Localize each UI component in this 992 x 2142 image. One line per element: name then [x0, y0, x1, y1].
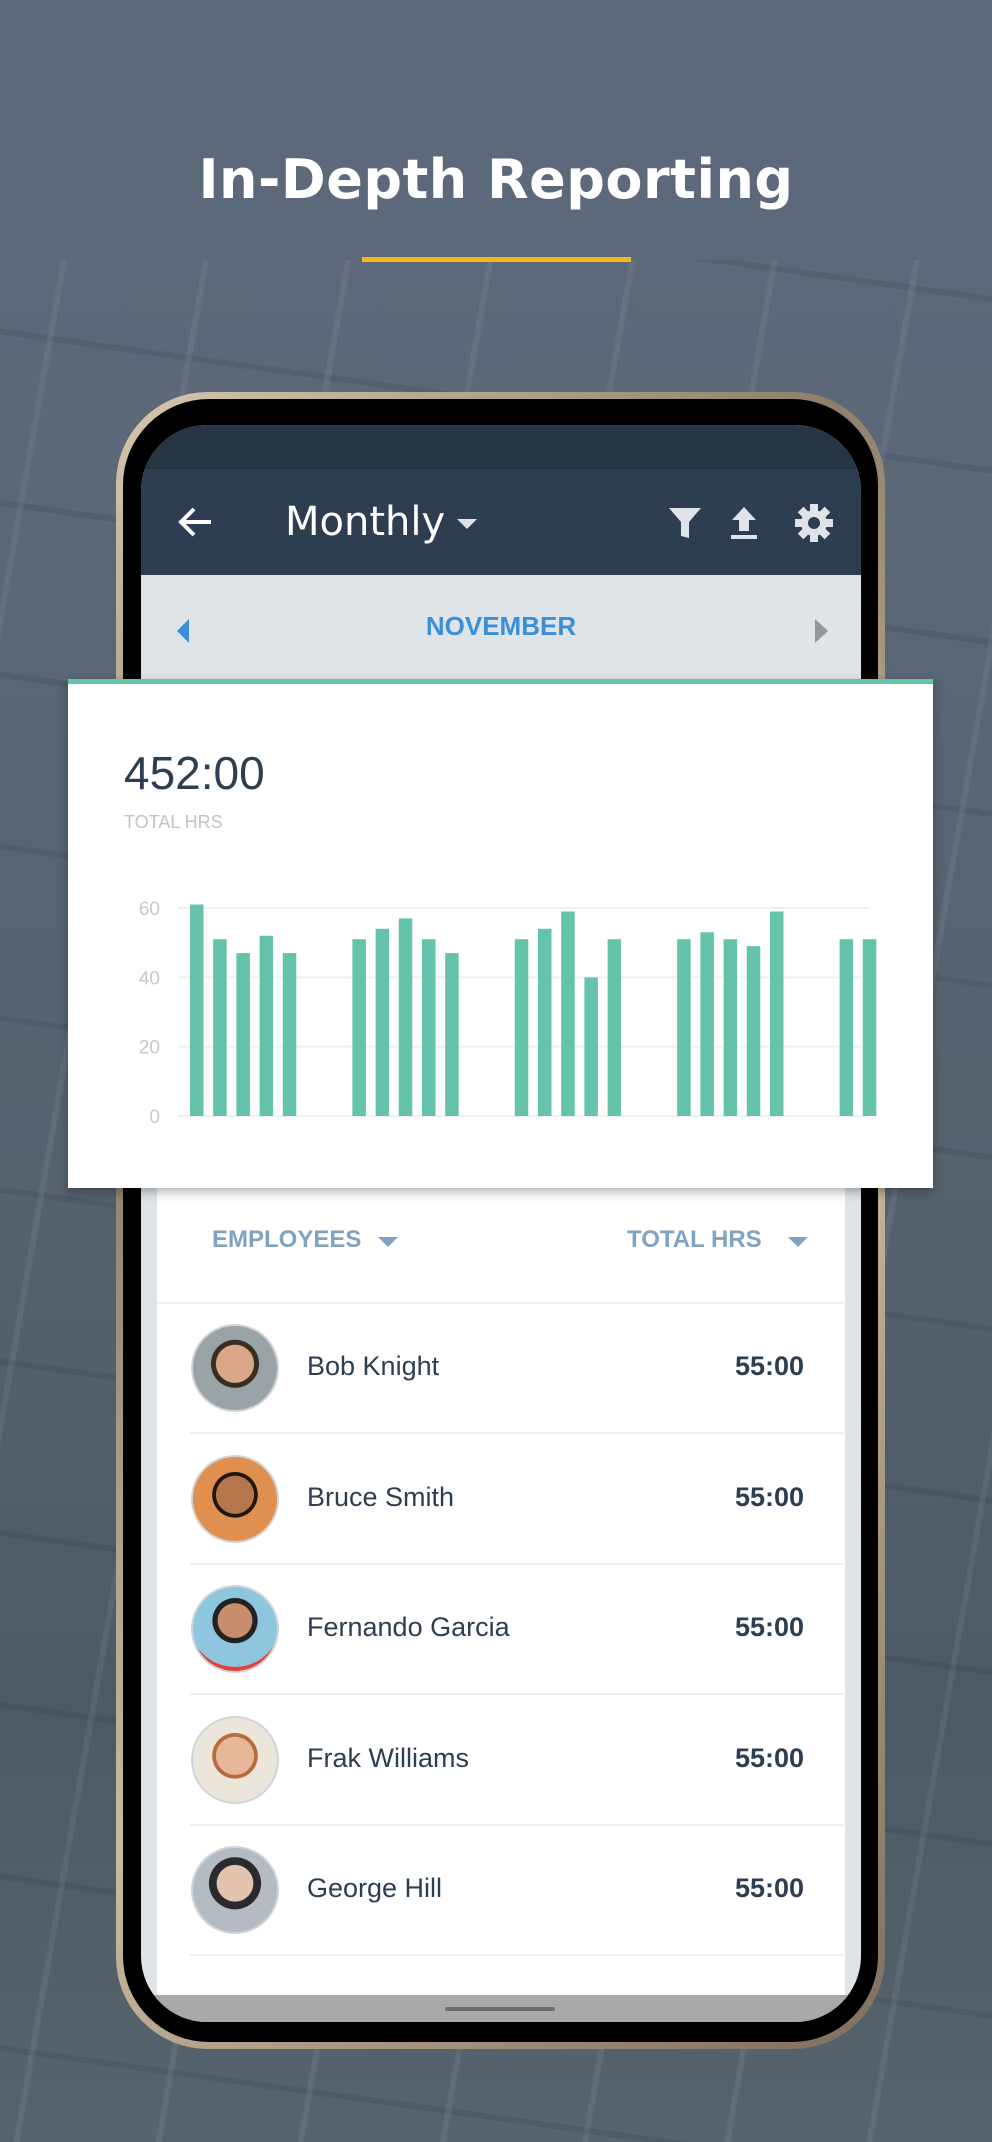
employee-name: Bruce Smith	[307, 1481, 455, 1512]
avatar	[191, 1715, 279, 1804]
arrow-left-icon[interactable]	[171, 497, 221, 547]
status-bar	[141, 425, 861, 469]
app-bar: Monthly	[141, 469, 861, 575]
employees-column-header[interactable]: EMPLOYEES	[212, 1226, 361, 1254]
month-navigator: NOVEMBER	[141, 575, 861, 679]
chevron-down-icon[interactable]	[378, 1237, 398, 1247]
employee-name: Bob Knight	[307, 1351, 440, 1381]
bar-day-9[interactable]	[375, 928, 390, 1116]
employee-row[interactable]: Fernando Garcia 55:00	[157, 1564, 844, 1694]
filter-icon[interactable]	[665, 503, 705, 543]
bar-day-30[interactable]	[862, 939, 877, 1116]
y-tick-label: 0	[149, 1107, 160, 1128]
employee-name: Fernando Garcia	[307, 1612, 510, 1642]
bar-day-15[interactable]	[514, 939, 529, 1116]
bar-day-25[interactable]	[746, 946, 761, 1116]
bar-day-22[interactable]	[677, 939, 691, 1116]
employee-row[interactable]: Bruce Smith 55:00	[157, 1434, 844, 1564]
row-divider	[190, 1954, 844, 1956]
chevron-down-icon[interactable]	[788, 1237, 808, 1247]
bar-day-10[interactable]	[398, 918, 413, 1116]
y-tick-label: 20	[139, 1038, 160, 1059]
gear-icon[interactable]	[792, 501, 836, 545]
bar-day-16[interactable]	[538, 928, 552, 1116]
bar-day-2[interactable]	[213, 939, 227, 1116]
bar-day-23[interactable]	[700, 932, 714, 1116]
bar-day-19[interactable]	[607, 939, 622, 1116]
y-tick-label: 40	[139, 968, 160, 989]
bar-day-1[interactable]	[190, 904, 204, 1116]
bar-day-26[interactable]	[770, 911, 784, 1116]
bar-day-11[interactable]	[422, 939, 436, 1116]
bar-day-24[interactable]	[723, 939, 738, 1116]
headline-underline	[362, 257, 631, 262]
employee-hours: 55:00	[734, 1612, 804, 1642]
bar-day-4[interactable]	[259, 935, 274, 1116]
hours-bar-chart: 0 20 40 60	[139, 899, 877, 1128]
employee-hours: 55:00	[734, 1742, 804, 1773]
avatar	[191, 1585, 279, 1673]
y-tick-label: 60	[139, 899, 160, 920]
avatar	[191, 1846, 279, 1934]
employee-name: George Hill	[307, 1873, 443, 1903]
employee-hours: 55:00	[734, 1351, 804, 1381]
employee-hours: 55:00	[734, 1481, 804, 1512]
employee-name: Frak Williams	[307, 1742, 469, 1773]
bar-day-5[interactable]	[282, 953, 297, 1116]
navigation-bar	[141, 1995, 861, 2022]
summary-card: 452:00 TOTAL HRS 0 20 40 60	[68, 679, 933, 1188]
headline: In-Depth Reporting	[198, 148, 794, 211]
next-month-button[interactable]	[815, 619, 828, 643]
total-hrs-column-header[interactable]: TOTAL HRS	[627, 1226, 762, 1254]
avatar	[191, 1324, 279, 1412]
home-handle[interactable]	[445, 2007, 555, 2011]
bar-day-29[interactable]	[839, 939, 854, 1116]
employee-row[interactable]: Frak Williams 55:00	[157, 1695, 844, 1825]
employee-row[interactable]: Bob Knight 55:00	[157, 1303, 844, 1433]
bar-day-8[interactable]	[352, 939, 366, 1116]
bar-day-3[interactable]	[236, 953, 250, 1116]
bar-day-17[interactable]	[561, 911, 575, 1116]
period-dropdown[interactable]: Monthly	[285, 497, 445, 547]
export-icon[interactable]	[724, 503, 764, 543]
current-month: NOVEMBER	[425, 611, 577, 641]
bar-day-18[interactable]	[584, 977, 598, 1116]
employee-row[interactable]: George Hill 55:00	[157, 1825, 844, 1955]
employee-hours: 55:00	[734, 1873, 804, 1903]
chevron-down-icon[interactable]	[457, 519, 477, 529]
avatar	[191, 1454, 279, 1543]
bar-day-12[interactable]	[445, 953, 459, 1116]
